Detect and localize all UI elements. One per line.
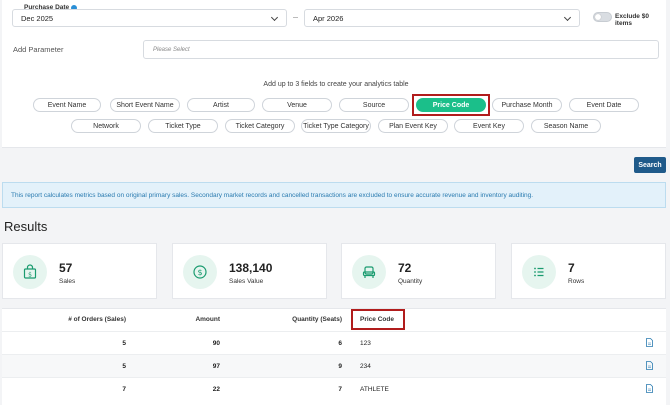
chevron-down-icon [270,13,279,22]
svg-text:$: $ [28,272,32,279]
analytics-report-page: Purchase Date Dec 2025 Apr 2026 Exclude … [0,0,670,405]
table-row: 7 22 7 ATHLETE [2,377,666,400]
cell-price-code: 234 [360,363,371,370]
chevron-down-icon [563,13,572,22]
filter-panel: Purchase Date Dec 2025 Apr 2026 Exclude … [2,0,666,148]
shopping-bag-dollar-icon: $ [13,255,47,289]
chip-source[interactable]: Source [339,98,409,112]
chip-network[interactable]: Network [71,119,141,133]
svg-text:$: $ [197,268,202,277]
results-table: # of Orders (Sales) Amount Quantity (Sea… [2,308,666,405]
stat-card-quantity: 72 Quantity [341,243,496,299]
search-button[interactable]: Search [634,157,666,173]
stat-value-quantity: 72 [398,261,412,275]
document-icon[interactable] [646,361,653,370]
stat-value-rows: 7 [568,261,575,275]
stat-card-rows: 7 Rows [511,243,666,299]
stat-label-quantity: Quantity [398,278,423,285]
table-row: 5 97 9 234 [2,354,666,377]
chip-event-key[interactable]: Event Key [454,119,524,133]
price-code-highlight [412,94,490,116]
price-code-header-highlight [351,309,405,330]
end-date-value: Apr 2026 [313,13,344,23]
document-icon[interactable] [646,384,653,393]
document-icon[interactable] [646,338,653,347]
chip-short-event-name[interactable]: Short Event Name [110,98,180,112]
parameter-select[interactable]: Please Select [143,40,659,59]
toggle-knob [595,14,601,20]
dollar-circle-icon: $ [183,255,217,289]
chip-ticket-type[interactable]: Ticket Type [148,119,218,133]
fields-hint: Add up to 3 fields to create your analyt… [263,81,409,88]
seat-icon [352,255,386,289]
cell-amount: 90 [212,340,220,347]
table-row: 5 90 6 123 [2,331,666,354]
stat-label-sales: Sales [59,278,76,285]
cell-quantity: 7 [338,386,342,393]
header-quantity[interactable]: Quantity (Seats) [272,316,342,323]
cell-quantity: 6 [338,340,342,347]
cell-amount: 97 [212,363,220,370]
cell-orders: 5 [122,340,126,347]
exclude-zero-toggle[interactable] [593,12,612,22]
chip-event-date[interactable]: Event Date [569,98,639,112]
cell-orders: 7 [122,386,126,393]
cell-amount: 22 [212,386,220,393]
start-date-select[interactable]: Dec 2025 [12,9,287,27]
add-parameter-label: Add Parameter [13,45,64,54]
list-icon [522,255,556,289]
exclude-zero-label: Exclude $0 items [615,13,649,27]
chip-ticket-category[interactable]: Ticket Category [225,119,295,133]
chip-event-name[interactable]: Event Name [33,98,101,112]
parameter-placeholder: Please Select [153,46,190,53]
chip-purchase-month[interactable]: Purchase Month [492,98,562,112]
stat-label-rows: Rows [568,278,585,285]
cell-quantity: 9 [338,363,342,370]
chip-season-name[interactable]: Season Name [531,119,601,133]
date-range-separator [293,17,298,18]
chip-venue[interactable]: Venue [262,98,332,112]
header-orders[interactable]: # of Orders (Sales) [62,316,126,323]
chip-plan-event-key[interactable]: Plan Event Key [378,119,448,133]
cell-price-code: 123 [360,340,371,347]
chip-artist[interactable]: Artist [187,98,255,112]
cell-price-code: ATHLETE [360,386,389,393]
results-heading: Results [4,219,48,234]
start-date-value: Dec 2025 [21,13,54,23]
stat-label-sales-value: Sales Value [229,278,264,285]
end-date-select[interactable]: Apr 2026 [304,9,580,27]
chip-ticket-type-category[interactable]: Ticket Type Category [301,119,371,133]
stat-card-sales: $ 57 Sales [2,243,157,299]
cell-orders: 5 [122,363,126,370]
report-notice: This report calculates metrics based on … [2,182,666,208]
stat-card-sales-value: $ 138,140 Sales Value [172,243,327,299]
stat-value-sales-value: 138,140 [229,261,273,275]
notice-text: This report calculates metrics based on … [11,191,534,199]
stat-value-sales: 57 [59,261,73,275]
header-amount[interactable]: Amount [162,316,220,323]
